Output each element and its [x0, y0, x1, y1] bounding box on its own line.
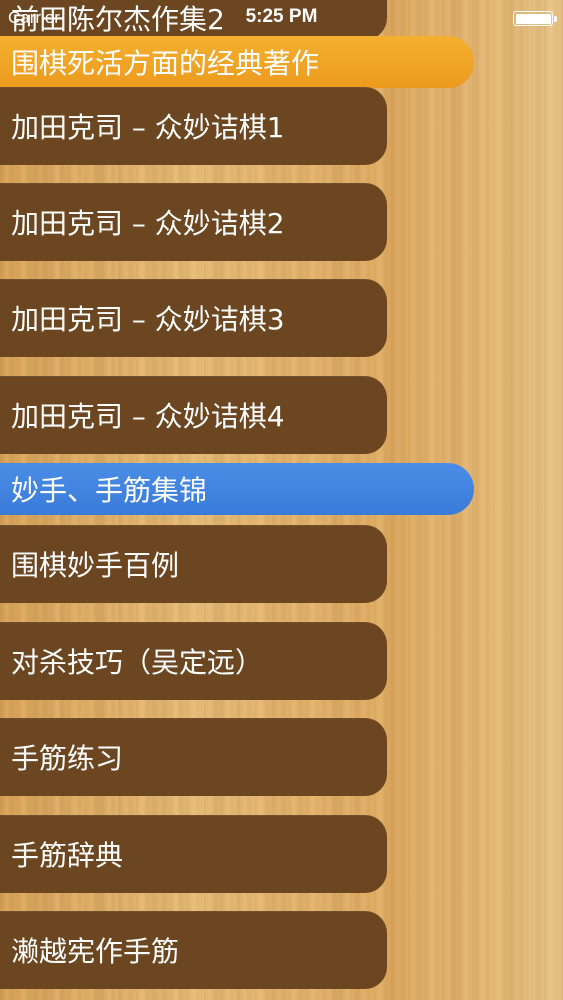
list-item-tesuji-practice[interactable]: 手筋练习 [0, 718, 387, 796]
list-item-maeda-2[interactable]: 前田陈尔杰作集2 [0, 0, 387, 40]
section-header-label: 妙手、手筋集锦 [11, 474, 208, 507]
list-item-kada-4[interactable]: 加田克司 – 众妙诘棋4 [0, 376, 387, 454]
book-list: 前田陈尔杰作集2 围棋死活方面的经典著作 加田克司 – 众妙诘棋1 加田克司 –… [0, 0, 563, 1000]
list-item-kada-1[interactable]: 加田克司 – 众妙诘棋1 [0, 87, 387, 165]
list-item-kada-2[interactable]: 加田克司 – 众妙诘棋2 [0, 183, 387, 261]
list-item-label: 加田克司 – 众妙诘棋4 [11, 400, 285, 433]
section-header-life-death-classics[interactable]: 围棋死活方面的经典著作 [0, 36, 474, 88]
list-item-label: 手筋练习 [11, 742, 124, 775]
list-item-label: 围棋妙手百例 [11, 549, 180, 582]
list-item-label: 加田克司 – 众妙诘棋3 [11, 303, 285, 336]
section-header-label: 围棋死活方面的经典著作 [11, 47, 320, 80]
list-item-kada-3[interactable]: 加田克司 – 众妙诘棋3 [0, 279, 387, 357]
section-header-tesuji-collection[interactable]: 妙手、手筋集锦 [0, 463, 474, 515]
list-item-capturing-race-techniques[interactable]: 对杀技巧（吴定远） [0, 622, 387, 700]
list-item-label: 濑越宪作手筋 [11, 935, 180, 968]
list-item-label: 加田克司 – 众妙诘棋1 [11, 111, 285, 144]
list-item-label: 前田陈尔杰作集2 [11, 3, 225, 36]
list-item-label: 对杀技巧（吴定远） [11, 646, 264, 679]
list-item-segoe-tesuji[interactable]: 濑越宪作手筋 [0, 911, 387, 989]
list-item-label: 手筋辞典 [11, 839, 124, 872]
list-item-label: 加田克司 – 众妙诘棋2 [11, 207, 285, 240]
list-item-tesuji-dictionary[interactable]: 手筋辞典 [0, 815, 387, 893]
list-item-100-brilliant-moves[interactable]: 围棋妙手百例 [0, 525, 387, 603]
